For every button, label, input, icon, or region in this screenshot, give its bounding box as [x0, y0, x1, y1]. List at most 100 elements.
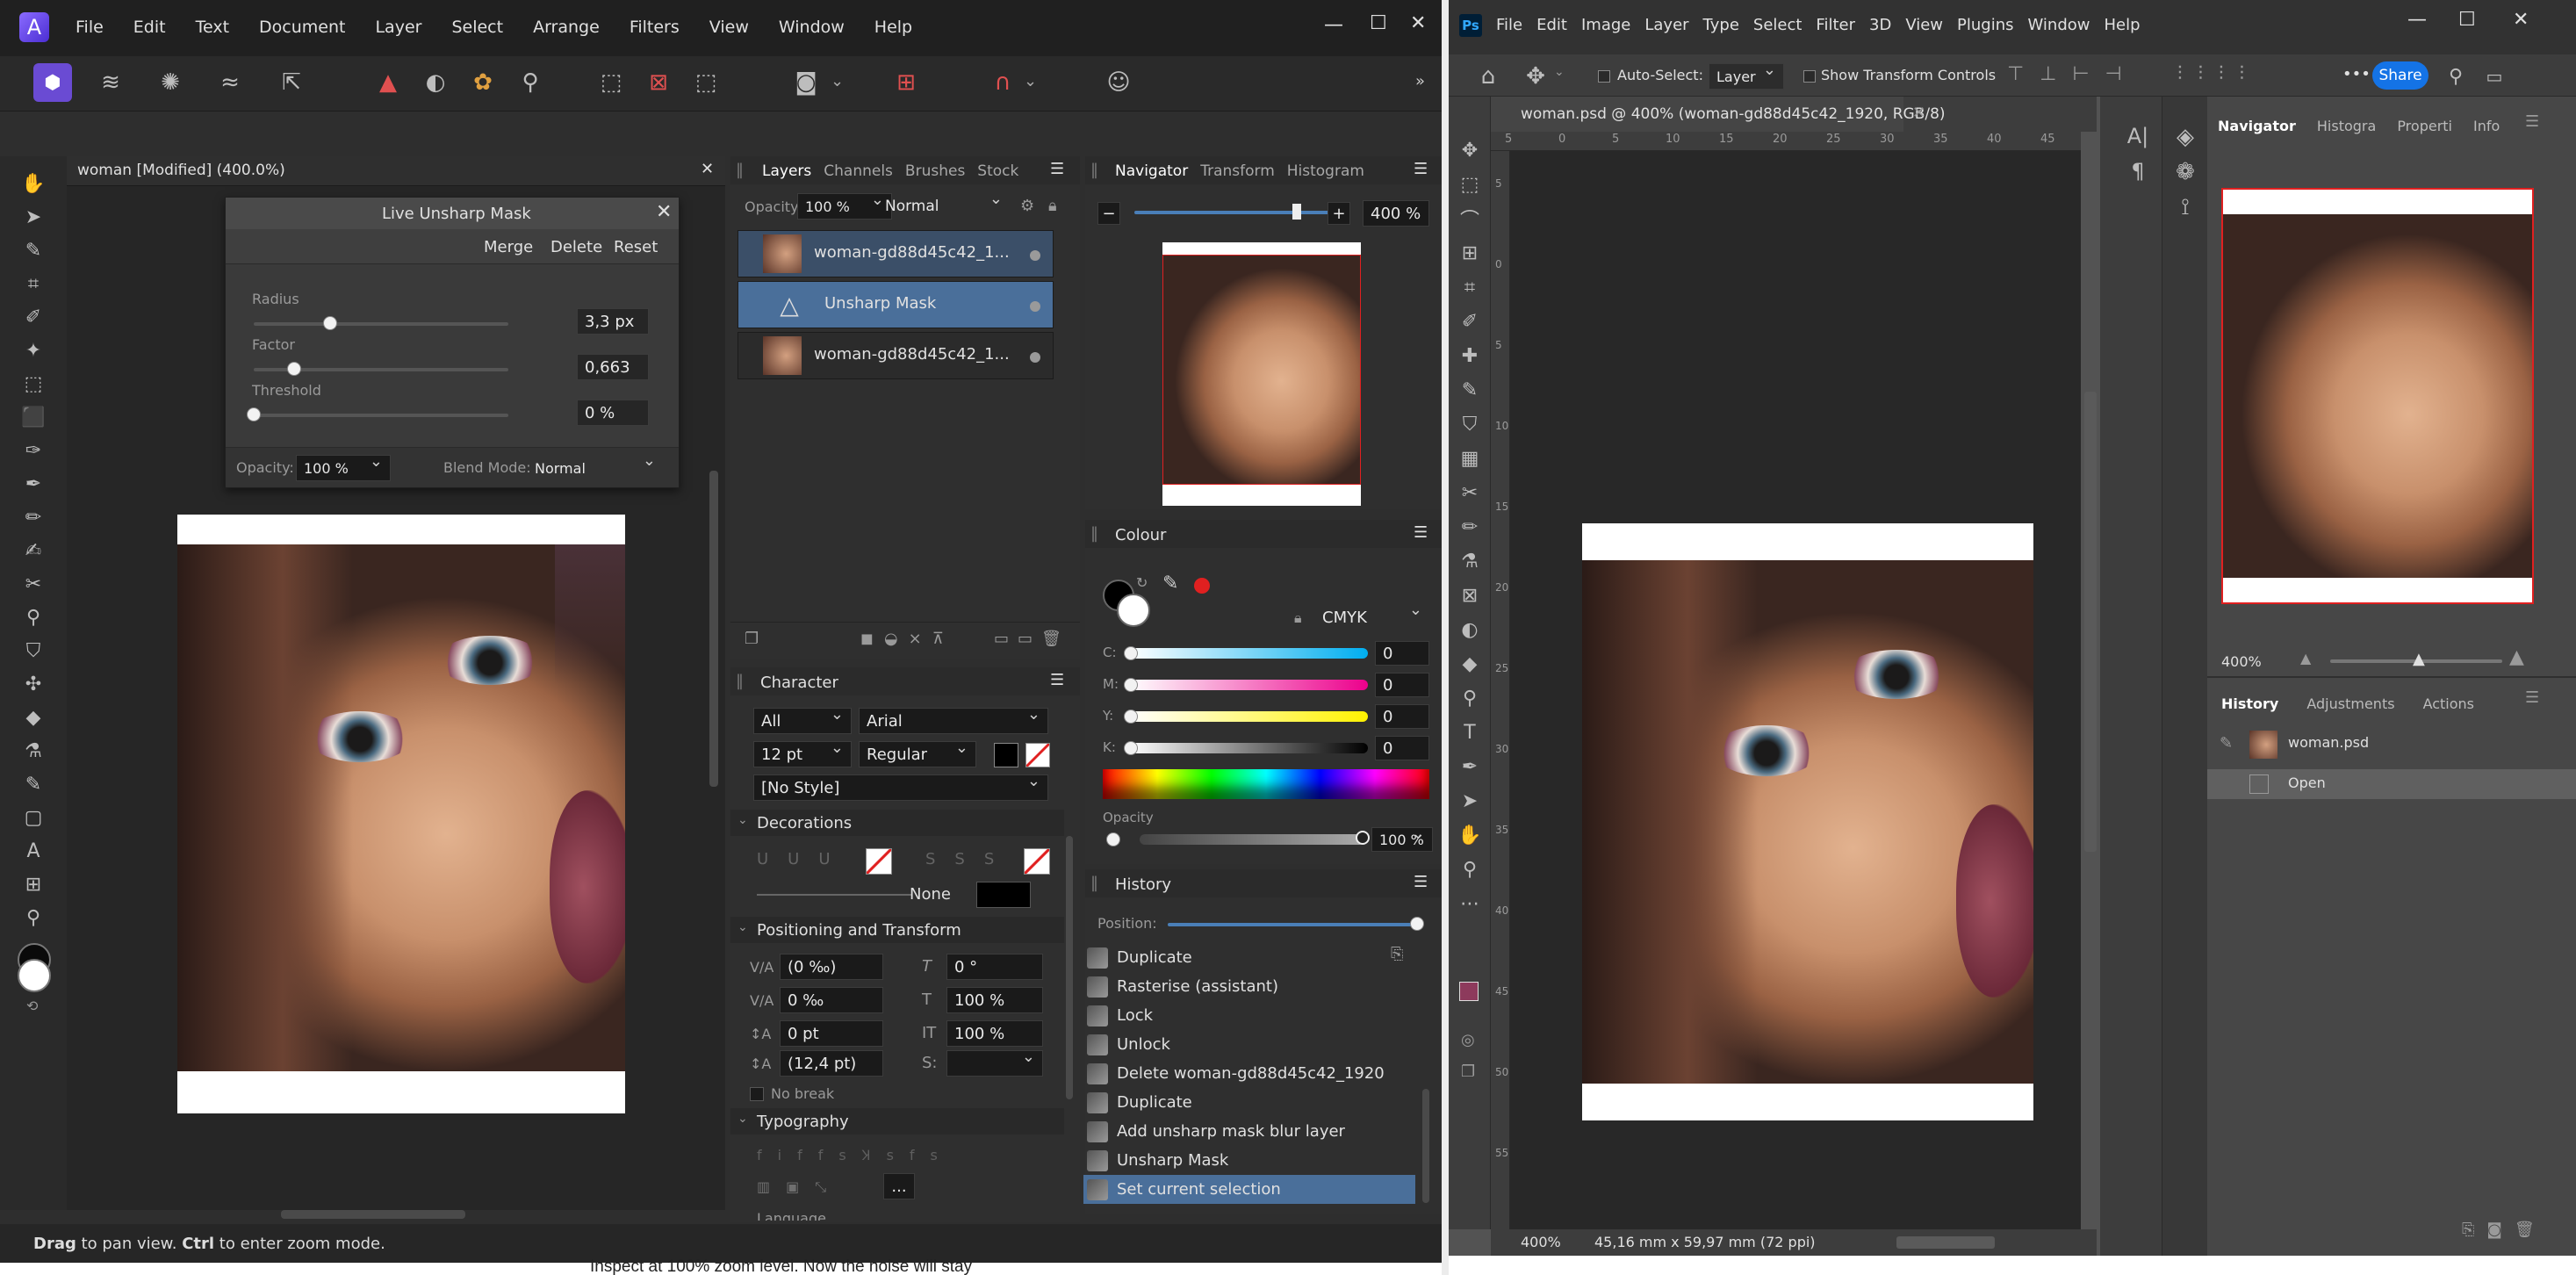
- k-slider[interactable]: [1129, 743, 1368, 753]
- ps-eyedropper-icon[interactable]: ✐: [1454, 306, 1486, 336]
- baseline-field[interactable]: 0 pt: [780, 1020, 883, 1047]
- merge-button[interactable]: Merge: [484, 238, 533, 256]
- colour-lock-icon[interactable]: 🔒︎: [1294, 609, 1302, 627]
- ps-channels-icon[interactable]: ❁: [2171, 158, 2199, 186]
- history-item[interactable]: Unlock: [1083, 1030, 1415, 1059]
- tracking-field[interactable]: (0 ‰): [780, 954, 883, 980]
- move-tool-icon[interactable]: ➤: [18, 202, 49, 232]
- close-button[interactable]: ✕: [1410, 12, 1426, 34]
- ps-tab-history[interactable]: History: [2207, 690, 2292, 717]
- ps-hand-icon[interactable]: ✋: [1454, 820, 1486, 850]
- layer-lock-icon[interactable]: 🔒︎: [1048, 197, 1057, 215]
- ps-crop-icon[interactable]: ⌗: [1454, 272, 1486, 302]
- ps-tab-histogra[interactable]: Histogra: [2306, 112, 2386, 140]
- m-field[interactable]: 0: [1375, 673, 1429, 697]
- history-item[interactable]: Delete woman-gd88d45c42_1920: [1083, 1059, 1415, 1088]
- ps-zoom-out-icon[interactable]: ▲: [2300, 650, 2311, 666]
- ps-doc-tab[interactable]: woman.psd @ 400% (woman-gd88d45c42_1920,…: [1491, 97, 1946, 132]
- ps-tab-navigator[interactable]: Navigator: [2207, 112, 2306, 140]
- ps-vertical-scrollbar[interactable]: [2084, 392, 2097, 852]
- ps-pen-icon[interactable]: ⚲: [1454, 683, 1486, 713]
- k-field[interactable]: 0: [1375, 736, 1429, 760]
- y-slider[interactable]: [1129, 711, 1368, 722]
- ps-menu-window[interactable]: Window: [2028, 16, 2090, 34]
- ps-sharpen-icon[interactable]: ◆: [1454, 649, 1486, 679]
- c-slider[interactable]: [1129, 648, 1368, 659]
- menu-select[interactable]: Select: [451, 18, 503, 37]
- history-item[interactable]: Lock: [1083, 1001, 1415, 1030]
- ps-tab-info[interactable]: Info: [2463, 112, 2510, 140]
- ps-marquee-icon[interactable]: ⬚: [1454, 169, 1486, 199]
- ps-paths-icon[interactable]: ⟟: [2171, 193, 2199, 221]
- picked-colour-swatch[interactable]: [1194, 578, 1210, 594]
- scope-dropdown[interactable]: All: [753, 708, 852, 734]
- ps-menu-layer[interactable]: Layer: [1644, 16, 1688, 34]
- sponge-brush-icon[interactable]: ⚗: [18, 736, 49, 766]
- zoom-tool-icon[interactable]: ⚲: [18, 903, 49, 933]
- radius-slider-knob[interactable]: [323, 316, 337, 330]
- threshold-slider[interactable]: [254, 414, 508, 417]
- dodge-brush-icon[interactable]: ✂: [18, 569, 49, 599]
- strikethrough-colour-swatch[interactable]: [1024, 848, 1050, 875]
- tab-brushes[interactable]: Brushes: [905, 162, 965, 180]
- erase-brush-icon[interactable]: ✍: [18, 536, 49, 565]
- menu-window[interactable]: Window: [779, 18, 845, 37]
- doc-tab-close-icon[interactable]: ✕: [701, 160, 714, 178]
- colour-model-dropdown[interactable]: CMYK: [1315, 604, 1429, 630]
- pen-tool-icon[interactable]: ✎: [18, 769, 49, 799]
- kerning-field[interactable]: 0 ‰: [780, 987, 883, 1013]
- ps-navigator-preview[interactable]: [2221, 188, 2534, 604]
- layer-row[interactable]: woman-gd88d45c42_1...: [738, 332, 1054, 379]
- quick-mask-mode-icon[interactable]: ◎: [1461, 1031, 1475, 1049]
- magic-wand-icon[interactable]: ✦: [18, 335, 49, 365]
- workspace-icon[interactable]: ▭: [2479, 61, 2509, 91]
- ps-history-snapshot[interactable]: ✎ woman.psd: [2207, 725, 2576, 762]
- blend-mode-dropdown[interactable]: Normal: [528, 455, 663, 481]
- zoom-in-button[interactable]: +: [1328, 202, 1350, 225]
- affinity-vertical-scrollbar[interactable]: [709, 471, 718, 787]
- snap-dropdown-icon[interactable]: ⌄: [1024, 72, 1037, 90]
- zoom-out-button[interactable]: −: [1097, 202, 1120, 225]
- history-scrollbar[interactable]: [1422, 1089, 1429, 1203]
- font-family-dropdown[interactable]: Arial: [859, 708, 1048, 734]
- ps-zoom-slider-knob[interactable]: ▲: [2413, 650, 2425, 668]
- invert-selection-icon[interactable]: ⬚: [687, 63, 725, 102]
- paragraph-style-dropdown[interactable]: [No Style]: [753, 774, 1048, 801]
- selection-brush-icon[interactable]: ✐: [18, 302, 49, 332]
- ps-move-icon[interactable]: ✥: [1454, 135, 1486, 165]
- radius-field[interactable]: 3,3 px: [577, 308, 649, 335]
- mesh-warp-icon[interactable]: ⊞: [18, 869, 49, 899]
- ps-brush-icon[interactable]: ✎: [1454, 375, 1486, 405]
- y-slider-knob[interactable]: [1124, 710, 1138, 724]
- colour-opacity-dropdown[interactable]: 100 %: [1371, 827, 1433, 852]
- layer-visibility-icon[interactable]: [1030, 352, 1040, 363]
- menu-document[interactable]: Document: [259, 18, 345, 37]
- history-item[interactable]: Duplicate: [1083, 943, 1415, 972]
- character-menu-icon[interactable]: ☰: [1050, 671, 1064, 689]
- ps-zoom-in-icon[interactable]: ▲: [2509, 646, 2524, 668]
- paint-brush-icon[interactable]: ✑: [18, 436, 49, 465]
- k-slider-knob[interactable]: [1124, 741, 1138, 755]
- ps-healing-icon[interactable]: ✚: [1454, 341, 1486, 371]
- toolbar-overflow-icon[interactable]: »: [1415, 72, 1425, 90]
- threshold-slider-knob[interactable]: [247, 407, 261, 421]
- layer-visibility-icon[interactable]: [1030, 250, 1040, 261]
- assistant-icon[interactable]: ☺: [1099, 63, 1138, 102]
- tab-navigator[interactable]: Navigator: [1115, 162, 1188, 180]
- pixel-tool-icon[interactable]: ✏: [18, 502, 49, 532]
- history-item[interactable]: Unsharp Mask: [1083, 1146, 1415, 1175]
- subscript-dropdown[interactable]: [946, 1050, 1043, 1077]
- menu-view[interactable]: View: [709, 18, 749, 37]
- paragraph-panel-icon[interactable]: ¶: [2125, 158, 2151, 184]
- ps-minimize-button[interactable]: —: [2407, 9, 2427, 31]
- history-item[interactable]: Add unsharp mask blur layer: [1083, 1117, 1415, 1146]
- navigator-menu-icon[interactable]: ☰: [1414, 160, 1428, 178]
- marquee-select-icon[interactable]: ⬚: [592, 63, 630, 102]
- tab-layers[interactable]: Layers: [762, 162, 811, 180]
- ps-tab-properti[interactable]: Properti: [2386, 112, 2463, 140]
- menu-filters[interactable]: Filters: [630, 18, 680, 37]
- ps-menu-select[interactable]: Select: [1753, 16, 1802, 34]
- c-field[interactable]: 0: [1375, 641, 1429, 666]
- swap-colours-icon[interactable]: ⟲: [26, 998, 38, 1014]
- colour-opacity-knob[interactable]: [1356, 831, 1370, 845]
